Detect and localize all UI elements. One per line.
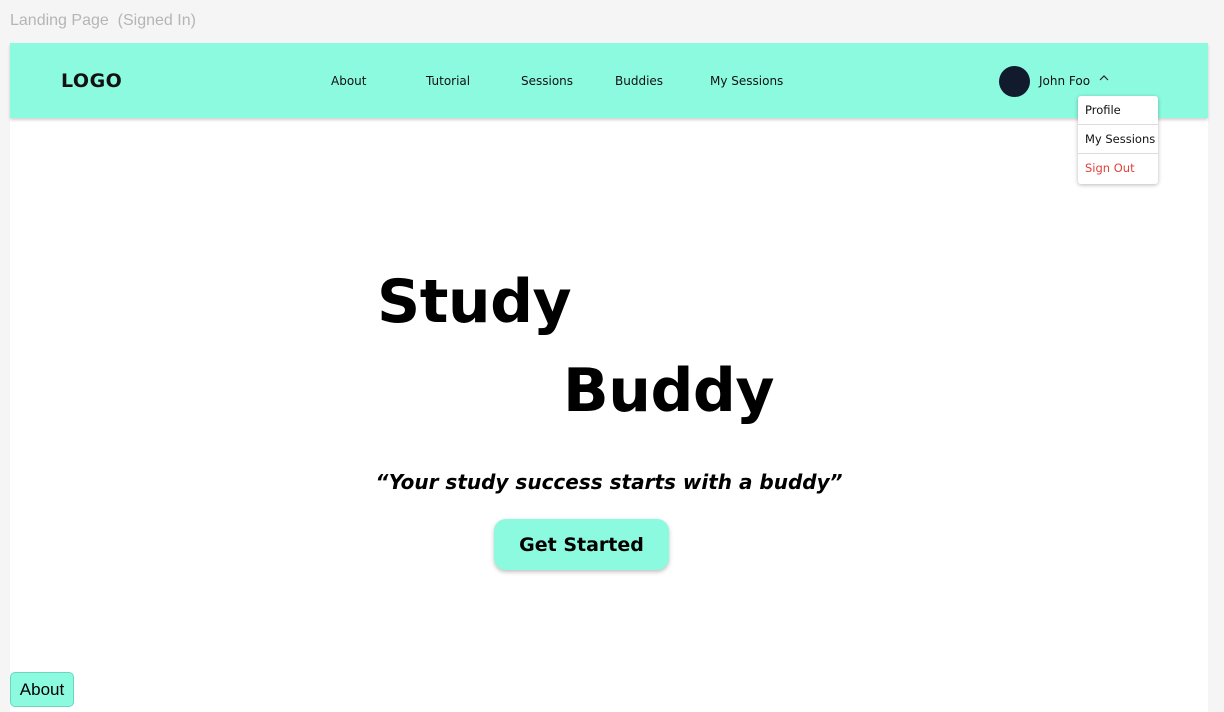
nav-link-my-sessions[interactable]: My Sessions bbox=[710, 74, 783, 88]
menu-item-my-sessions[interactable]: My Sessions bbox=[1078, 125, 1158, 154]
chevron-up-icon[interactable] bbox=[1098, 72, 1110, 84]
menu-item-sign-out[interactable]: Sign Out bbox=[1078, 154, 1158, 183]
user-name[interactable]: John Foo bbox=[1039, 74, 1090, 88]
frame-title: Landing Page (Signed In) bbox=[10, 12, 196, 29]
menu-item-profile[interactable]: Profile bbox=[1078, 96, 1158, 125]
avatar[interactable] bbox=[999, 66, 1030, 97]
logo[interactable]: LOGO bbox=[61, 70, 122, 92]
hero-title-buddy: Buddy bbox=[563, 356, 774, 426]
landing-page-frame: LOGO About Tutorial Sessions Buddies My … bbox=[10, 43, 1208, 712]
get-started-button[interactable]: Get Started bbox=[494, 519, 669, 570]
hero-title-study: Study bbox=[377, 267, 572, 337]
top-navbar: LOGO About Tutorial Sessions Buddies My … bbox=[10, 43, 1208, 118]
nav-link-tutorial[interactable]: Tutorial bbox=[426, 74, 470, 88]
nav-link-about[interactable]: About bbox=[331, 74, 366, 88]
nav-link-sessions[interactable]: Sessions bbox=[521, 74, 573, 88]
about-button[interactable]: About bbox=[10, 672, 74, 707]
user-dropdown-menu: Profile My Sessions Sign Out bbox=[1078, 96, 1158, 184]
hero-tagline: “Your study success starts with a buddy” bbox=[375, 470, 843, 494]
nav-link-buddies[interactable]: Buddies bbox=[615, 74, 663, 88]
